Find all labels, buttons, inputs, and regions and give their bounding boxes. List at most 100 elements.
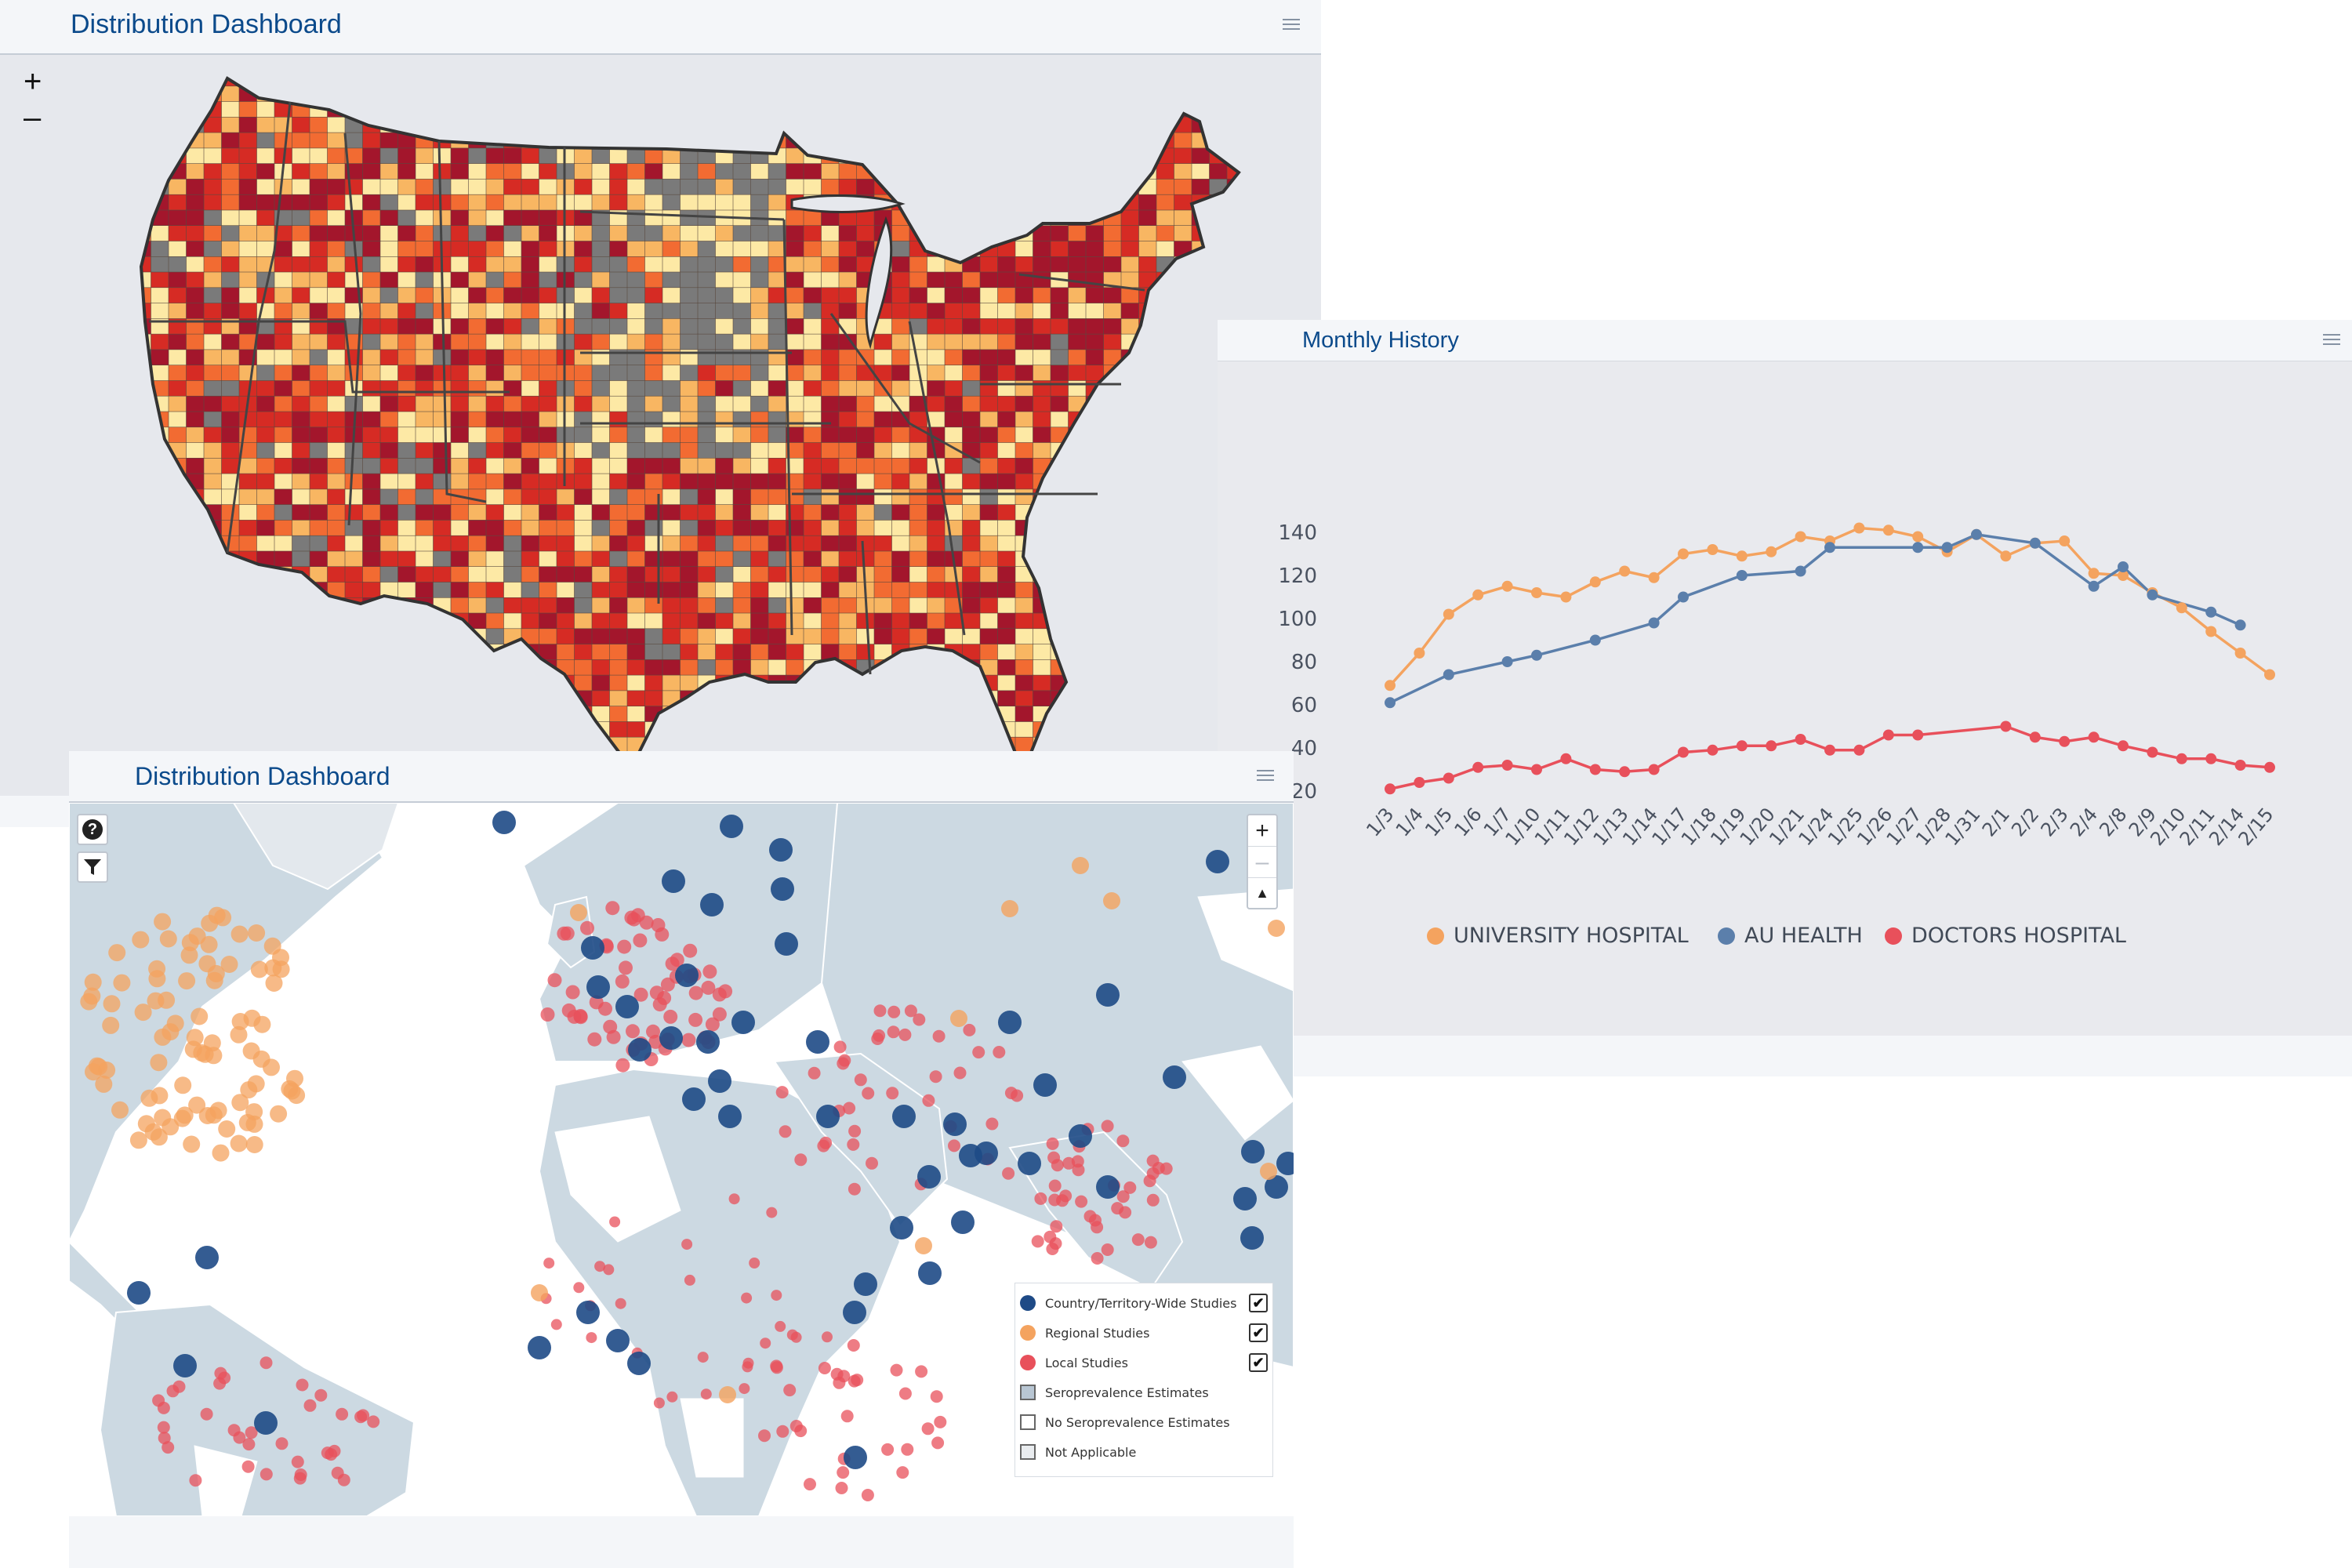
legend-checkbox[interactable]: ✔ bbox=[1249, 1323, 1268, 1342]
study-marker[interactable] bbox=[325, 1448, 338, 1461]
panel-menu-icon[interactable] bbox=[1283, 19, 1300, 30]
data-point[interactable] bbox=[1648, 617, 1660, 629]
data-point[interactable] bbox=[1619, 565, 1631, 577]
legend-checkbox[interactable]: ✔ bbox=[1249, 1294, 1268, 1312]
study-marker[interactable] bbox=[1116, 1134, 1130, 1148]
study-marker[interactable] bbox=[901, 1443, 914, 1456]
country-study-marker[interactable] bbox=[682, 1087, 706, 1111]
study-marker[interactable] bbox=[188, 927, 206, 946]
data-point[interactable] bbox=[1531, 587, 1542, 598]
study-marker[interactable] bbox=[172, 1380, 186, 1393]
study-marker[interactable] bbox=[543, 1258, 555, 1269]
study-marker[interactable] bbox=[102, 1016, 120, 1034]
data-point[interactable] bbox=[2205, 606, 2217, 618]
study-marker[interactable] bbox=[681, 1239, 693, 1250]
study-marker[interactable] bbox=[1046, 1137, 1059, 1150]
zoom-out-button[interactable]: – bbox=[24, 102, 41, 133]
study-marker[interactable] bbox=[148, 970, 166, 988]
study-marker[interactable] bbox=[775, 1086, 789, 1099]
country-study-marker[interactable] bbox=[581, 936, 604, 960]
country-study-marker[interactable] bbox=[816, 1105, 840, 1128]
study-marker[interactable] bbox=[230, 1134, 248, 1152]
study-marker[interactable] bbox=[270, 1105, 288, 1123]
study-marker[interactable] bbox=[1116, 1190, 1130, 1203]
data-point[interactable] bbox=[1443, 608, 1454, 620]
study-marker[interactable] bbox=[1119, 1206, 1132, 1219]
study-marker[interactable] bbox=[626, 912, 641, 927]
data-point[interactable] bbox=[2205, 753, 2217, 764]
study-marker[interactable] bbox=[652, 997, 667, 1012]
study-marker[interactable] bbox=[617, 939, 632, 954]
country-study-marker[interactable] bbox=[806, 1030, 829, 1054]
data-point[interactable] bbox=[1501, 580, 1513, 592]
study-marker[interactable] bbox=[697, 1352, 709, 1363]
data-point[interactable] bbox=[2088, 731, 2100, 743]
study-marker[interactable] bbox=[336, 1407, 349, 1421]
study-marker[interactable] bbox=[159, 930, 177, 948]
study-marker[interactable] bbox=[818, 1362, 831, 1374]
study-marker[interactable] bbox=[1146, 1193, 1160, 1207]
study-marker[interactable] bbox=[700, 1388, 712, 1400]
reset-north-button[interactable]: ▲ bbox=[1248, 878, 1276, 909]
country-study-marker[interactable] bbox=[731, 1011, 755, 1034]
study-marker[interactable] bbox=[688, 985, 703, 1000]
study-marker[interactable] bbox=[739, 1383, 750, 1395]
data-point[interactable] bbox=[2000, 550, 2012, 562]
us-county-choropleth[interactable] bbox=[0, 55, 1321, 753]
study-marker[interactable] bbox=[953, 1066, 967, 1080]
study-marker[interactable] bbox=[314, 1388, 328, 1402]
study-marker[interactable] bbox=[166, 1014, 184, 1033]
study-marker[interactable] bbox=[154, 1028, 172, 1046]
study-marker[interactable] bbox=[208, 906, 226, 924]
data-point[interactable] bbox=[1853, 522, 1865, 534]
data-point[interactable] bbox=[2205, 626, 2217, 637]
study-marker[interactable] bbox=[247, 1075, 265, 1093]
study-marker[interactable] bbox=[615, 1298, 626, 1309]
study-marker[interactable] bbox=[728, 1193, 740, 1205]
data-point[interactable] bbox=[1707, 744, 1719, 756]
study-marker[interactable] bbox=[157, 1401, 170, 1414]
data-point[interactable] bbox=[2264, 669, 2275, 681]
data-point[interactable] bbox=[2029, 537, 2041, 549]
study-marker[interactable] bbox=[619, 960, 633, 975]
data-point[interactable] bbox=[1560, 591, 1572, 603]
country-study-marker[interactable] bbox=[662, 869, 685, 893]
study-marker[interactable] bbox=[835, 1482, 848, 1494]
country-study-marker[interactable] bbox=[1018, 1152, 1041, 1175]
study-marker[interactable] bbox=[775, 1320, 786, 1332]
country-study-marker[interactable] bbox=[1033, 1073, 1057, 1097]
filter-button[interactable] bbox=[77, 851, 108, 883]
data-point[interactable] bbox=[1443, 772, 1454, 784]
map-legend-row[interactable]: Regional Studies ✔ bbox=[1020, 1321, 1268, 1345]
study-marker[interactable] bbox=[547, 973, 562, 988]
data-point[interactable] bbox=[1589, 576, 1601, 588]
study-marker[interactable] bbox=[862, 1087, 875, 1100]
study-marker[interactable] bbox=[915, 1365, 928, 1378]
data-point[interactable] bbox=[1882, 524, 1894, 536]
study-marker[interactable] bbox=[760, 1338, 771, 1349]
country-study-marker[interactable] bbox=[606, 1329, 630, 1352]
data-point[interactable] bbox=[1678, 548, 1689, 560]
study-marker[interactable] bbox=[154, 913, 172, 931]
data-point[interactable] bbox=[2029, 731, 2041, 743]
country-study-marker[interactable] bbox=[696, 1030, 720, 1054]
country-study-marker[interactable] bbox=[576, 1301, 600, 1324]
study-marker[interactable] bbox=[866, 1156, 878, 1170]
study-marker[interactable] bbox=[594, 1261, 606, 1272]
study-marker[interactable] bbox=[231, 1094, 249, 1112]
country-study-marker[interactable] bbox=[700, 893, 724, 916]
study-marker[interactable] bbox=[741, 1292, 753, 1304]
study-marker[interactable] bbox=[702, 964, 717, 979]
study-marker[interactable] bbox=[688, 1012, 703, 1027]
study-marker[interactable] bbox=[1091, 1252, 1104, 1265]
study-marker[interactable] bbox=[294, 1468, 307, 1481]
study-marker[interactable] bbox=[758, 1429, 771, 1443]
study-marker[interactable] bbox=[176, 1106, 194, 1124]
study-marker[interactable] bbox=[633, 933, 648, 948]
country-study-marker[interactable] bbox=[628, 1038, 652, 1062]
study-marker[interactable] bbox=[354, 1410, 368, 1424]
map-legend-row[interactable]: Local Studies ✔ bbox=[1020, 1351, 1268, 1374]
study-marker[interactable] bbox=[963, 1023, 976, 1036]
study-marker[interactable] bbox=[207, 964, 225, 982]
study-marker[interactable] bbox=[776, 1425, 789, 1438]
